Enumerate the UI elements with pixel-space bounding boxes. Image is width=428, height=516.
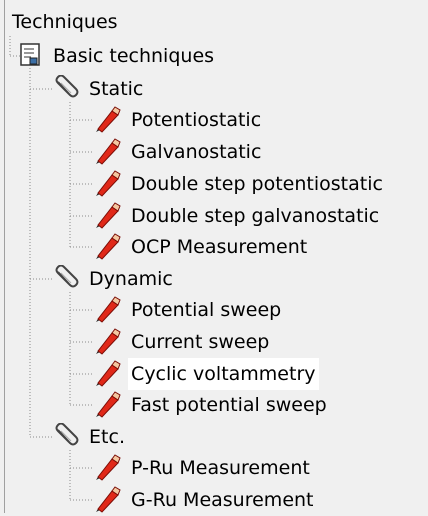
tree-root-label: Techniques [12, 11, 118, 33]
tree-leaf-galvanostatic[interactable]: Galvanostatic [92, 136, 264, 168]
tree-leaf-cyclic-voltammetry[interactable]: Cyclic voltammetry [92, 358, 319, 390]
tree-leaf-g-ru-measurement[interactable]: G-Ru Measurement [92, 484, 317, 516]
tree-leaf-potential-sweep[interactable]: Potential sweep [92, 294, 284, 326]
pencil-icon [96, 327, 121, 355]
pencil-icon [96, 105, 121, 133]
pencil-icon [96, 201, 121, 229]
pencil-icon [96, 232, 121, 260]
tree-leaf-p-ru-measurement[interactable]: P-Ru Measurement [92, 452, 313, 484]
pencil-icon [96, 453, 121, 481]
tree-leaf-label: OCP Measurement [131, 236, 308, 258]
tree-leaf-label: Potential sweep [131, 299, 282, 321]
tree-leaf-label: Fast potential sweep [131, 394, 327, 416]
tree-leaf-label: Galvanostatic [131, 141, 262, 163]
pencil-icon [96, 390, 121, 418]
paperclip-icon [55, 422, 79, 445]
tree-leaf-label: Current sweep [131, 331, 270, 353]
tree-leaf-fast-potential-sweep[interactable]: Fast potential sweep [92, 389, 330, 421]
pencil-icon [96, 485, 121, 513]
tree-node-label: Etc. [89, 426, 125, 448]
document-icon [20, 42, 40, 66]
tree-node-label: Static [89, 78, 144, 100]
tree-leaf-label: P-Ru Measurement [131, 457, 310, 479]
tree-node-label: Basic techniques [53, 45, 215, 67]
tree-node-etc[interactable]: Etc. [52, 421, 128, 453]
pencil-icon [96, 137, 121, 165]
pencil-icon [96, 359, 121, 387]
tree-leaf-potentiostatic[interactable]: Potentiostatic [92, 104, 264, 136]
tree-leaf-double-step-potentiostatic[interactable]: Double step potentiostatic [92, 168, 386, 200]
paperclip-icon [55, 74, 79, 97]
paperclip-icon [55, 264, 79, 287]
tree-leaf-label: G-Ru Measurement [131, 489, 314, 511]
pencil-icon [96, 295, 121, 323]
tree-leaf-label: Double step potentiostatic [131, 173, 383, 195]
tree-leaf-current-sweep[interactable]: Current sweep [92, 326, 272, 358]
tree-leaf-label: Potentiostatic [131, 109, 262, 131]
tree-node-dynamic[interactable]: Dynamic [52, 263, 176, 295]
technique-tree[interactable]: Techniques Basic techniques Static Poten… [0, 0, 428, 513]
tree-leaf-label-selected: Cyclic voltammetry [128, 358, 319, 390]
tree-root[interactable]: Techniques [9, 6, 121, 38]
tree-leaf-double-step-galvanostatic[interactable]: Double step galvanostatic [92, 200, 382, 232]
pencil-icon [96, 169, 121, 197]
tree-node-basic-techniques[interactable]: Basic techniques [18, 40, 217, 72]
tree-leaf-label: Double step galvanostatic [131, 205, 380, 227]
tree-leaf-ocp-measurement[interactable]: OCP Measurement [92, 231, 310, 263]
tree-node-static[interactable]: Static [52, 73, 146, 105]
tree-node-label: Dynamic [89, 268, 173, 290]
